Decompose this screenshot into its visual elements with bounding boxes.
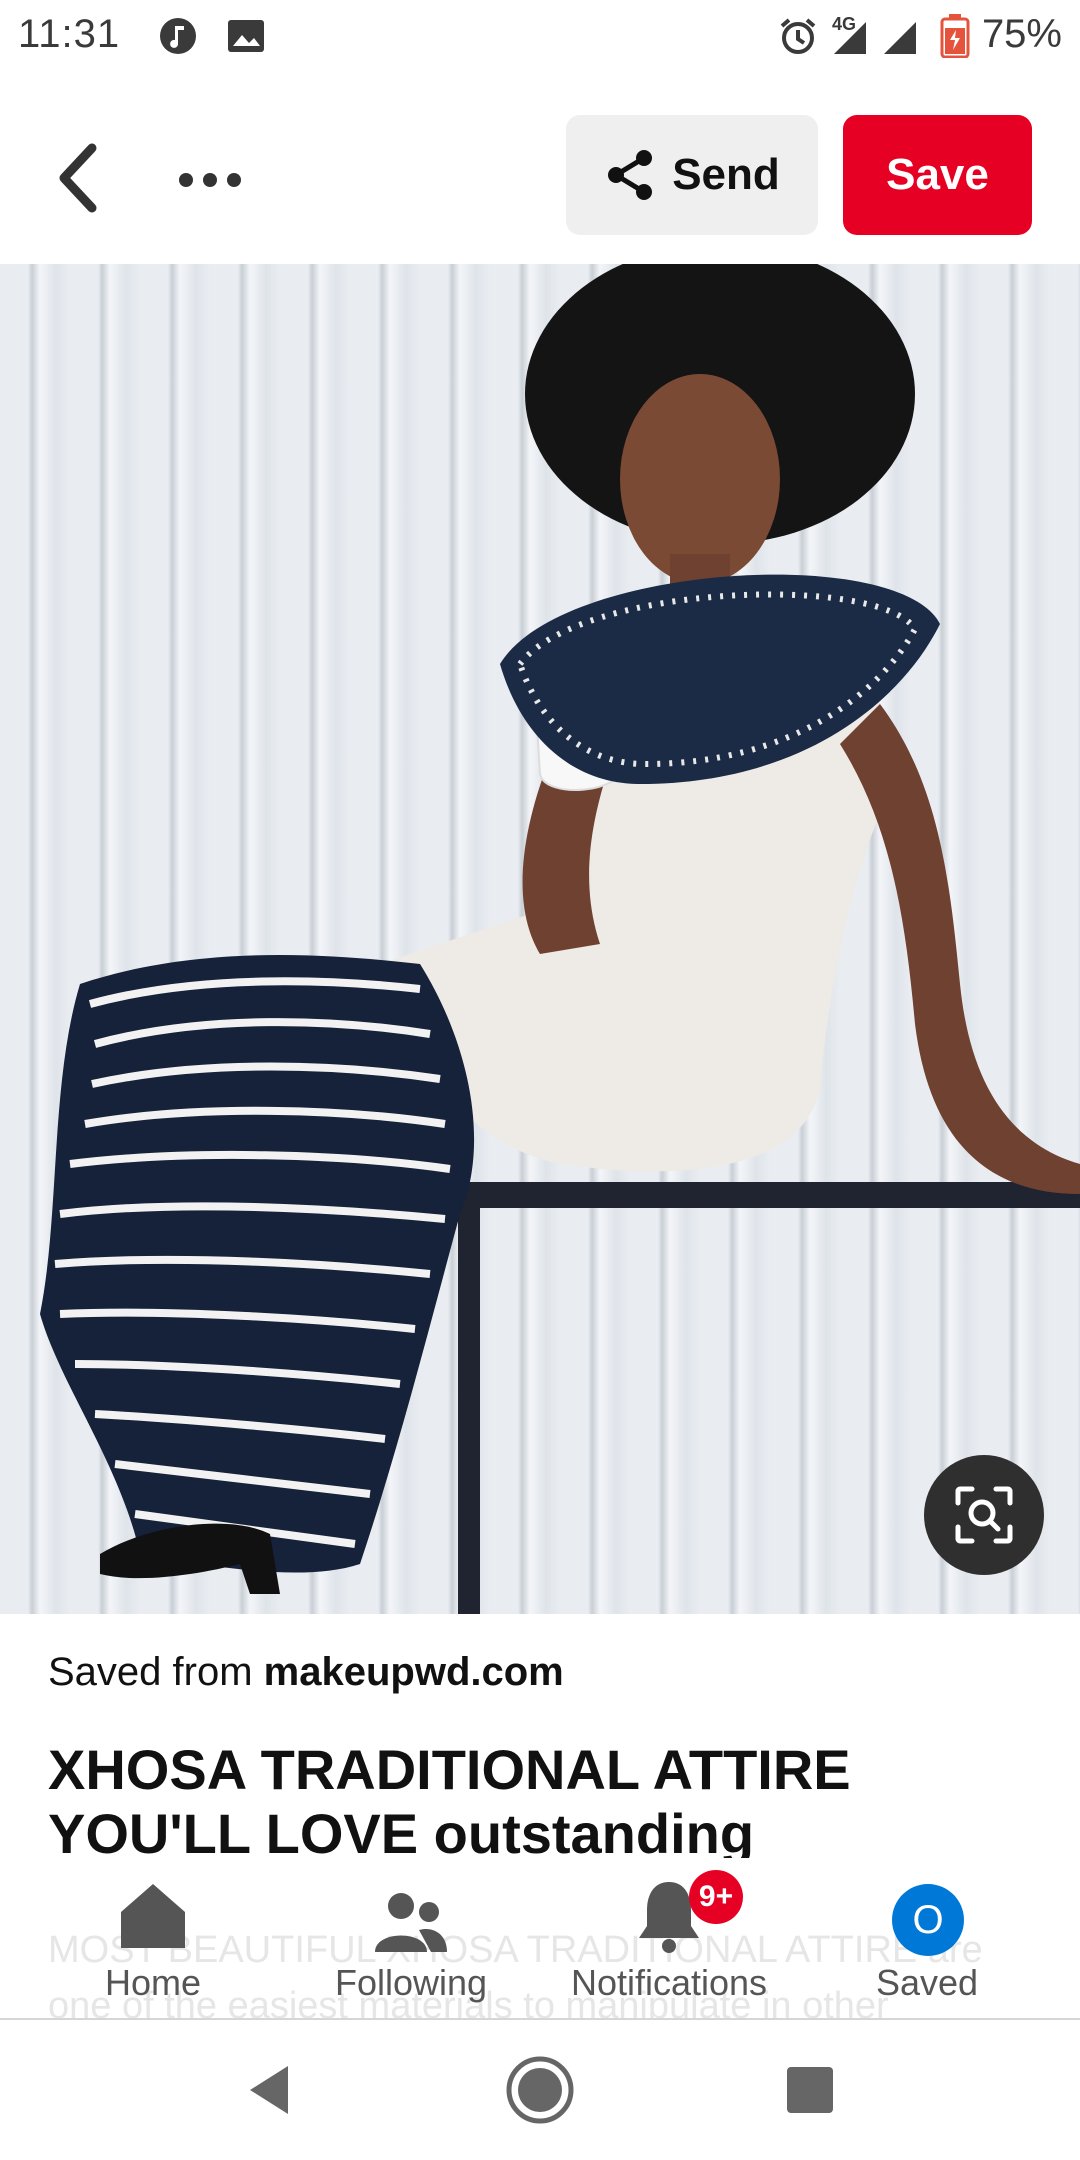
nav-notifications-label: Notifications [570,1962,768,2003]
more-options-button[interactable] [170,160,250,200]
nav-saved-label: Saved [875,1962,979,2003]
pin-title: XHOSA TRADITIONAL ATTIRE YOU'LL LOVE out… [48,1738,851,1858]
notifications-badge: 9+ [689,1870,743,1924]
nav-home-label: Home [104,1962,202,2003]
nav-saved[interactable]: O Saved [817,1870,1037,2020]
photo-woman-in-attire [40,264,1080,1614]
avatar: O [892,1884,964,1956]
save-button[interactable]: Save [843,115,1032,235]
system-navigation-bar [0,2020,1080,2160]
battery-icon [940,14,970,63]
ellipsis-icon [179,173,241,187]
nav-home[interactable]: Home [43,1870,263,2020]
music-app-icon [158,16,198,61]
share-icon [608,150,653,200]
send-button[interactable]: Send [566,115,818,235]
signal-icon-2 [882,20,918,61]
source-link[interactable]: makeupwd.com [264,1650,564,1694]
signal-icon [832,20,868,61]
nav-following-label: Following [334,1962,488,2003]
battery-percent: 75% [981,12,1062,56]
send-label: Send [672,150,780,199]
status-time: 11:31 [18,12,121,56]
gallery-app-icon [226,16,266,61]
status-bar: 11:31 4G 75% [0,0,1080,72]
chevron-left-icon [59,143,97,213]
visual-search-button[interactable] [924,1455,1044,1575]
system-home-icon[interactable] [505,2055,575,2125]
saved-from-prefix: Saved from [48,1650,253,1694]
nav-notifications[interactable]: 9+ Notifications [559,1870,779,2020]
system-recents-icon[interactable] [785,2065,835,2115]
pin-toolbar: Send Save [0,100,1080,250]
alarm-icon [778,16,818,61]
nav-following[interactable]: Following [301,1870,521,2020]
system-back-icon[interactable] [240,2060,300,2120]
following-icon [375,1893,447,1952]
back-button[interactable] [48,140,108,216]
pin-image[interactable] [0,264,1080,1614]
bottom-navigation: Home Following 9+ Notifications O Saved [0,1870,1080,2020]
home-icon [121,1884,185,1948]
lens-search-icon [955,1486,1013,1544]
saved-from: Saved from makeupwd.com [48,1650,564,1695]
